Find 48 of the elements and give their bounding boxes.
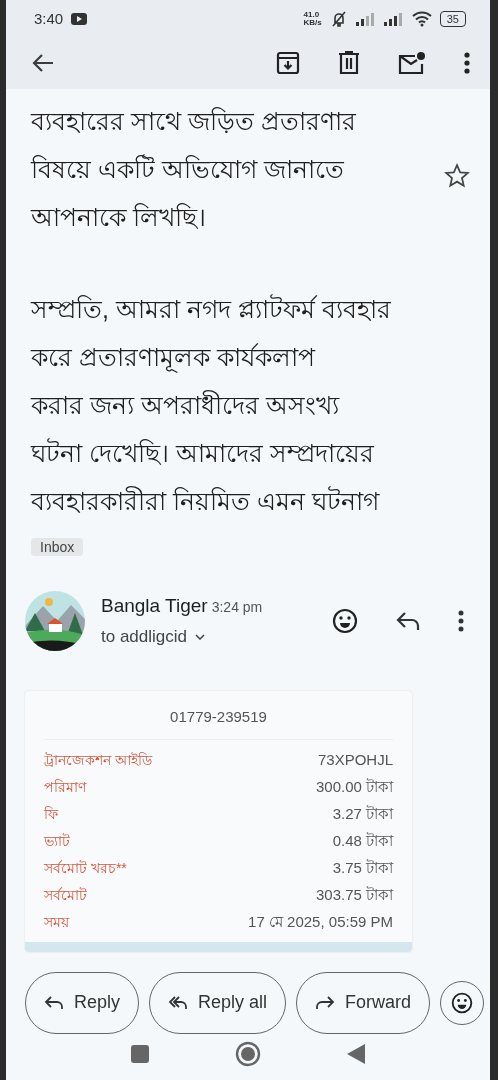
- inbox-label: Inbox: [31, 537, 84, 556]
- receipt-label: ভ্যাট: [44, 832, 70, 851]
- battery-indicator: 35: [439, 10, 466, 27]
- receipt-label: পরিমাণ: [44, 778, 86, 797]
- sent-time: 3:24 pm: [211, 597, 263, 617]
- video-icon: [71, 12, 88, 25]
- star-icon[interactable]: [444, 162, 470, 189]
- recipients-toggle[interactable]: to addligcid: [101, 624, 263, 650]
- network-speed: 41.0: [303, 10, 321, 19]
- receipt-label: ফি: [44, 805, 58, 824]
- message-paragraph: সম্প্রতি, আমরা নগদ প্ল্যাটফর্ম ব্যবহার করে প্রতারণামূলক কার্যকলাপ করার জন্য অপরাধীদের অসংখ্য ঘটনা দেখেছি। আমাদের সম্প্রদায়ের ব্যবহারকারীরা নিয়মিত এমন ঘটনাগ: [31, 293, 391, 517]
- receipt-value: 17 মে 2025, 05:59 PM: [248, 912, 393, 933]
- clock-time: 3:40: [34, 8, 64, 29]
- trash-icon[interactable]: [338, 51, 360, 75]
- mail-unread-icon[interactable]: [398, 51, 426, 75]
- wifi-icon: [411, 10, 432, 27]
- reply-all-arrow-icon: [168, 994, 189, 1011]
- receipt-label: সময়: [44, 913, 69, 932]
- receipt-value: 3.27 টাকা: [332, 804, 393, 825]
- signal-icon: [355, 11, 376, 26]
- network-unit: KB/s: [303, 18, 322, 27]
- receipt-label: সর্বমোট খরচ**: [44, 859, 127, 878]
- muted-bell-icon: [329, 10, 348, 27]
- reply-arrow-icon: [44, 994, 64, 1011]
- sender-name: Bangla Tiger: [101, 593, 208, 618]
- receipt-label: সর্বমোট: [44, 886, 87, 905]
- home-icon[interactable]: [235, 1040, 261, 1067]
- more-options-icon[interactable]: [464, 52, 470, 74]
- emoji-icon[interactable]: [332, 607, 358, 634]
- emoji-button[interactable]: [440, 980, 485, 1025]
- receipt-label: ট্রানজেকশন আইডি: [44, 751, 152, 770]
- reply-icon[interactable]: [396, 610, 420, 631]
- receipt-value: 3.75 টাকা: [332, 858, 393, 879]
- archive-icon[interactable]: [276, 51, 300, 75]
- signal-icon: [383, 11, 404, 26]
- forward-arrow-icon: [315, 994, 336, 1011]
- receipt-value: 0.48 টাকা: [332, 831, 393, 852]
- recent-apps-icon[interactable]: [131, 1044, 149, 1063]
- back-icon[interactable]: [347, 1043, 365, 1064]
- chevron-down-icon: [195, 633, 205, 640]
- phone-number: 01779-239519: [170, 707, 267, 725]
- back-arrow-icon[interactable]: [32, 53, 54, 73]
- emoji-icon: [451, 991, 474, 1014]
- message-paragraph: ব্যবহারের সাথে জড়িত প্রতারণার বিষয়ে একটি অভিযোগ জানাতে আপনাকে লিখছি।: [31, 105, 357, 233]
- receipt-value: 73XPOHJL: [317, 750, 393, 771]
- receipt-value: 300.00 টাকা: [315, 777, 393, 798]
- receipt-value: 303.75 টাকা: [315, 885, 393, 906]
- more-options-icon[interactable]: [458, 609, 464, 632]
